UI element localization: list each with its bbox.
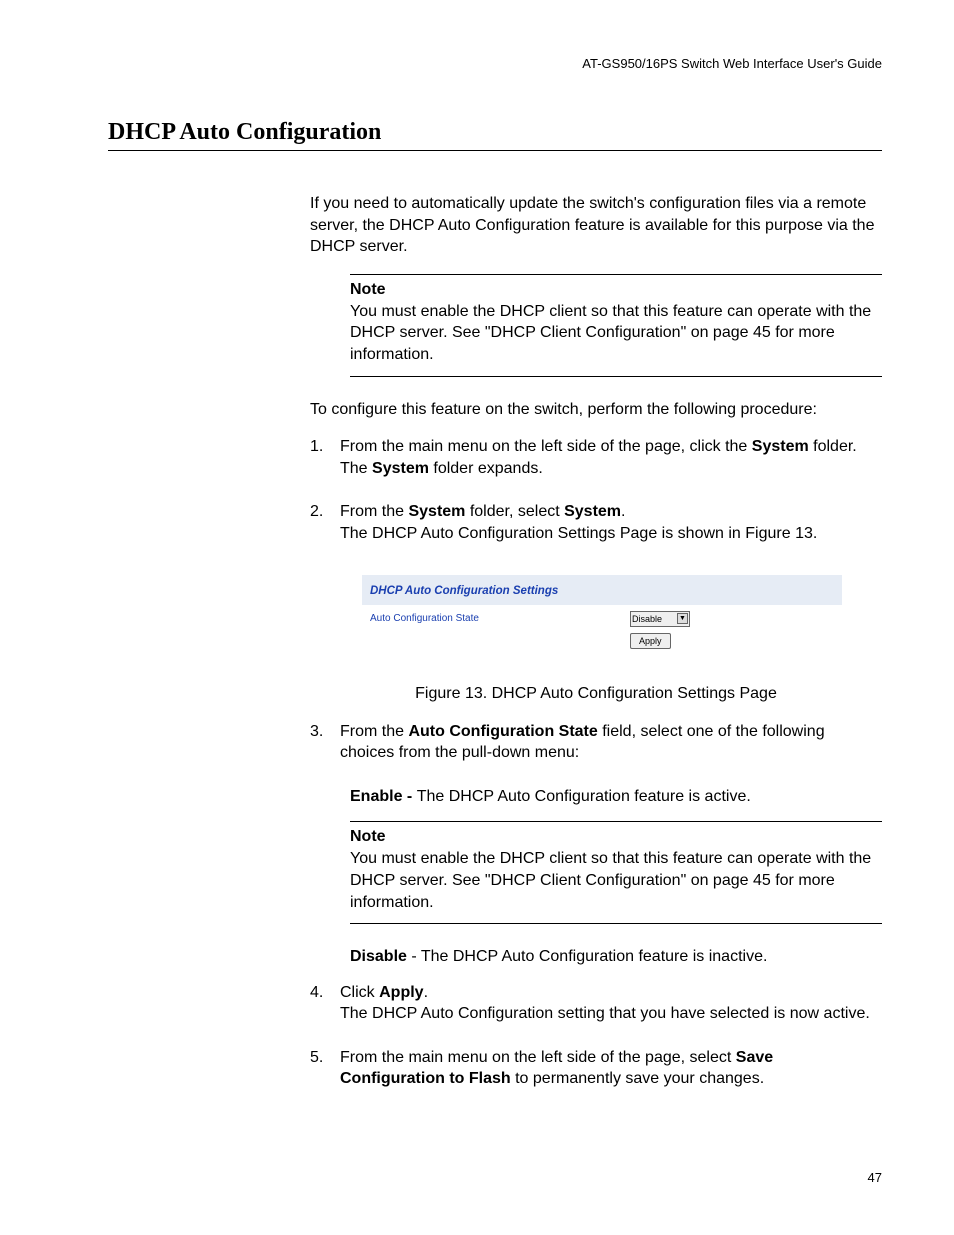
t: System (408, 503, 465, 520)
t: Disable (350, 948, 407, 965)
t: folder. (809, 438, 857, 455)
step-text: From the System folder, select System. T… (340, 503, 817, 542)
section-title: DHCP Auto Configuration (108, 119, 882, 151)
t: Auto Configuration State (408, 723, 597, 740)
t: Apply (379, 984, 423, 1001)
t: folder, select (465, 503, 564, 520)
step-4: 4. Click Apply. The DHCP Auto Configurat… (310, 982, 882, 1025)
step-text: Click Apply. The DHCP Auto Configuration… (340, 984, 870, 1023)
t: From the (340, 503, 408, 520)
disable-option: Disable - The DHCP Auto Configuration fe… (350, 946, 882, 968)
t: to permanently save your changes. (511, 1070, 764, 1087)
note-body: You must enable the DHCP client so that … (350, 848, 882, 913)
figure-field-row: Auto Configuration State Disable ▼ (362, 605, 842, 629)
figure-panel-header: DHCP Auto Configuration Settings (362, 575, 842, 605)
t: . (621, 503, 625, 520)
step-number: 3. (310, 721, 323, 743)
note-title: Note (350, 828, 882, 846)
apply-button[interactable]: Apply (630, 633, 671, 649)
chevron-down-icon: ▼ (677, 613, 688, 624)
t: The DHCP Auto Configuration setting that… (340, 1005, 870, 1022)
t: The DHCP Auto Configuration Settings Pag… (340, 525, 817, 542)
figure-caption: Figure 13. DHCP Auto Configuration Setti… (310, 685, 882, 703)
step-1: 1. From the main menu on the left side o… (310, 436, 882, 479)
t: The DHCP Auto Configuration feature is a… (417, 788, 751, 805)
t: folder expands. (429, 460, 543, 477)
intro-paragraph: If you need to automatically update the … (310, 193, 882, 258)
step-5: 5. From the main menu on the left side o… (310, 1047, 882, 1090)
step-number: 4. (310, 982, 323, 1004)
note-body: You must enable the DHCP client so that … (350, 301, 882, 366)
step-number: 1. (310, 436, 323, 458)
figure-field-label: Auto Configuration State (370, 613, 630, 624)
step-text: From the main menu on the left side of t… (340, 438, 857, 477)
step-text: From the main menu on the left side of t… (340, 1049, 773, 1088)
figure-13: DHCP Auto Configuration Settings Auto Co… (362, 575, 842, 655)
select-value: Disable (632, 614, 662, 624)
t: From the main menu on the left side of t… (340, 1049, 736, 1066)
note-block-2: Note You must enable the DHCP client so … (350, 821, 882, 924)
t: System (564, 503, 621, 520)
page-number: 47 (868, 1170, 882, 1185)
step-number: 5. (310, 1047, 323, 1069)
running-header: AT-GS950/16PS Switch Web Interface User'… (108, 56, 882, 71)
step-text: From the Auto Configuration State field,… (340, 723, 825, 762)
note-block-1: Note You must enable the DHCP client so … (350, 274, 882, 377)
t: System (372, 460, 429, 477)
auto-config-state-select[interactable]: Disable ▼ (630, 611, 690, 627)
procedure-lead-in: To configure this feature on the switch,… (310, 399, 882, 421)
t: From the main menu on the left side of t… (340, 438, 752, 455)
step-3: 3. From the Auto Configuration State fie… (310, 721, 882, 764)
t: - The DHCP Auto Configuration feature is… (407, 948, 767, 965)
figure-apply-row: Apply (362, 629, 842, 655)
t: . (424, 984, 428, 1001)
t: The (340, 460, 372, 477)
t: System (752, 438, 809, 455)
note-title: Note (350, 281, 882, 299)
figure-panel-title: DHCP Auto Configuration Settings (370, 585, 558, 597)
t: Click (340, 984, 379, 1001)
enable-option: Enable - The DHCP Auto Configuration fea… (350, 786, 882, 808)
t: From the (340, 723, 408, 740)
t: Enable - (350, 788, 417, 805)
step-2: 2. From the System folder, select System… (310, 501, 882, 544)
step-number: 2. (310, 501, 323, 523)
